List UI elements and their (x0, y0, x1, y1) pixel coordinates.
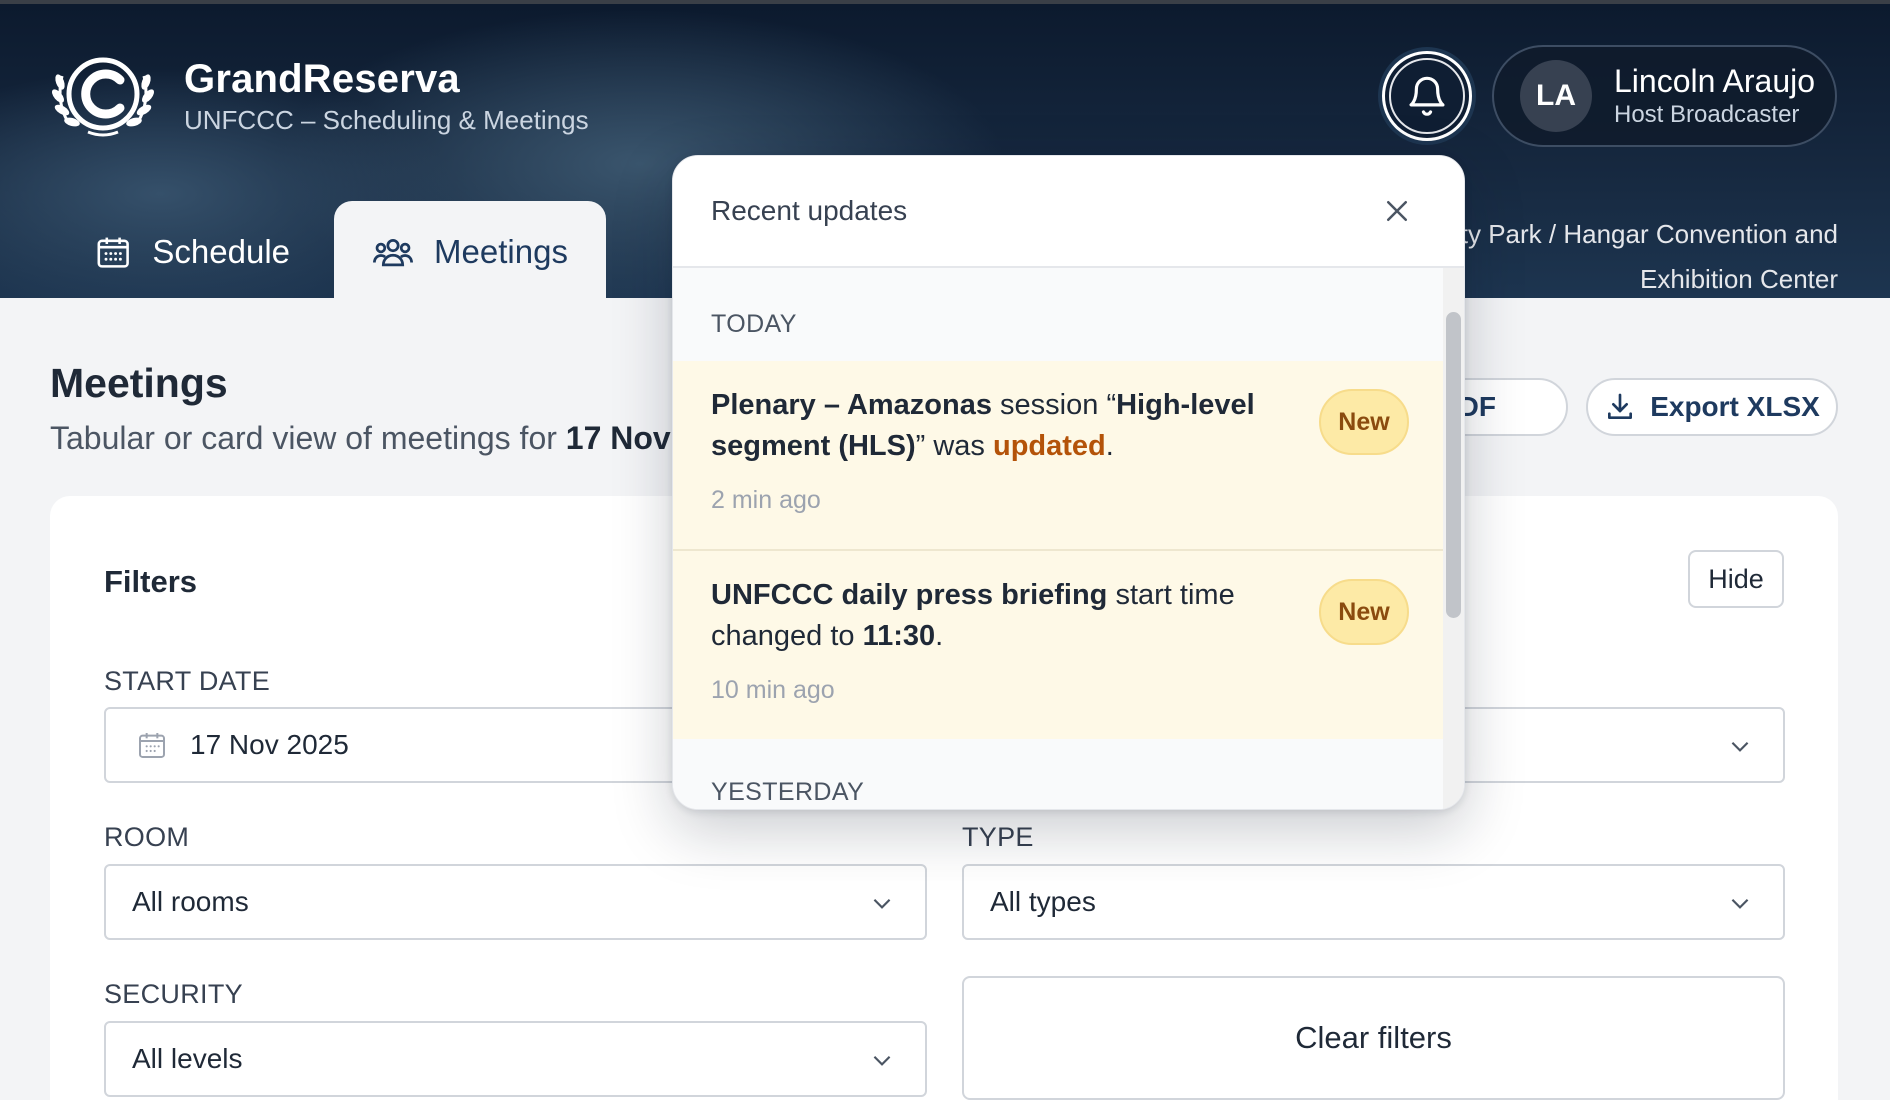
calendar-icon (139, 733, 165, 758)
type-select[interactable]: All types (962, 864, 1785, 940)
room-select[interactable]: All rooms (104, 864, 927, 940)
room-label: ROOM (104, 822, 190, 852)
venue-label: City Park / Hangar Convention and Exhibi… (1436, 212, 1838, 302)
export-xlsx-label: Export XLSX (1650, 391, 1820, 422)
notifications-popover: Recent updates TODAY Plenary – Amazonas … (672, 155, 1465, 810)
popover-title: Recent updates (711, 195, 908, 226)
message-text: session “ (992, 389, 1117, 421)
tab-meetings-label: Meetings (434, 232, 568, 270)
bell-icon (1409, 76, 1445, 116)
status-highlight: updated (992, 430, 1106, 462)
notification-item[interactable]: UNFCCC daily press briefing start time c… (673, 551, 1445, 739)
tab-meetings[interactable]: Meetings (334, 201, 606, 302)
brand-subtitle: UNFCCC – Scheduling & Meetings (184, 104, 589, 135)
meeting-name: UNFCCC daily press briefing (711, 579, 1108, 611)
security-value: All levels (132, 1043, 243, 1074)
export-xlsx-button[interactable]: Export XLSX (1586, 378, 1838, 436)
hide-filters-button[interactable]: Hide (1688, 550, 1784, 608)
avatar: LA (1520, 60, 1592, 132)
page-description: Tabular or card view of meetings for 17 … (50, 420, 697, 457)
page-title: Meetings (50, 360, 228, 406)
close-icon[interactable] (1382, 196, 1412, 226)
page-description-text: Tabular or card view of meetings for (50, 420, 557, 456)
chevron-down-icon (873, 1055, 891, 1066)
unfccc-logo-icon (48, 52, 158, 140)
user-menu[interactable]: LA Lincoln Araujo Host Broadcaster (1492, 45, 1837, 147)
group-label-yesterday: YESTERDAY (711, 778, 865, 806)
room-value: All rooms (132, 886, 249, 917)
notification-time: 2 min ago (711, 486, 821, 514)
download-icon (1608, 393, 1633, 419)
new-badge: New (1319, 579, 1409, 645)
chevron-down-icon (1731, 741, 1749, 752)
venue-line-1: City Park / Hangar Convention and (1436, 219, 1838, 249)
message-text: ” was (915, 430, 993, 462)
notification-message: Plenary – Amazonas session “High-level s… (711, 385, 1271, 467)
start-date-label: START DATE (104, 666, 271, 696)
message-text: . (935, 620, 944, 652)
tab-schedule[interactable]: Schedule (60, 201, 324, 302)
chevron-down-icon (1731, 898, 1749, 909)
security-select[interactable]: All levels (104, 1021, 927, 1097)
security-label: SECURITY (104, 979, 243, 1009)
calendar-icon (97, 237, 129, 268)
notifications-button[interactable] (1382, 51, 1472, 141)
main-tabs: Schedule Meetings (60, 201, 606, 302)
type-label: TYPE (962, 822, 1034, 852)
popover-header: Recent updates (673, 156, 1464, 268)
notification-message: UNFCCC daily press briefing start time c… (711, 575, 1271, 657)
notification-time: 10 min ago (711, 676, 835, 704)
tab-schedule-label: Schedule (152, 232, 290, 270)
message-text: . (1105, 430, 1114, 462)
group-label-today: TODAY (711, 310, 797, 338)
brand[interactable]: GrandReserva UNFCCC – Scheduling & Meeti… (48, 52, 589, 140)
start-date-value: 17 Nov 2025 (190, 729, 349, 760)
venue-line-2: Exhibition Center (1640, 264, 1838, 294)
clear-filters-button[interactable]: Clear filters (962, 976, 1785, 1100)
notification-item[interactable]: Plenary – Amazonas session “High-level s… (673, 361, 1445, 551)
user-role: Host Broadcaster (1614, 101, 1800, 129)
meeting-room: Plenary – Amazonas (711, 389, 992, 421)
user-name: Lincoln Araujo (1614, 62, 1816, 99)
chevron-down-icon (873, 898, 891, 909)
users-icon (373, 238, 413, 266)
notifications-list: TODAY Plenary – Amazonas session “High-l… (673, 268, 1445, 809)
new-time: 11:30 (862, 620, 936, 652)
new-badge: New (1319, 389, 1409, 455)
brand-name: GrandReserva (184, 56, 460, 101)
type-value: All types (990, 886, 1096, 917)
scrollbar-thumb[interactable] (1446, 312, 1461, 618)
filters-title: Filters (104, 564, 198, 599)
